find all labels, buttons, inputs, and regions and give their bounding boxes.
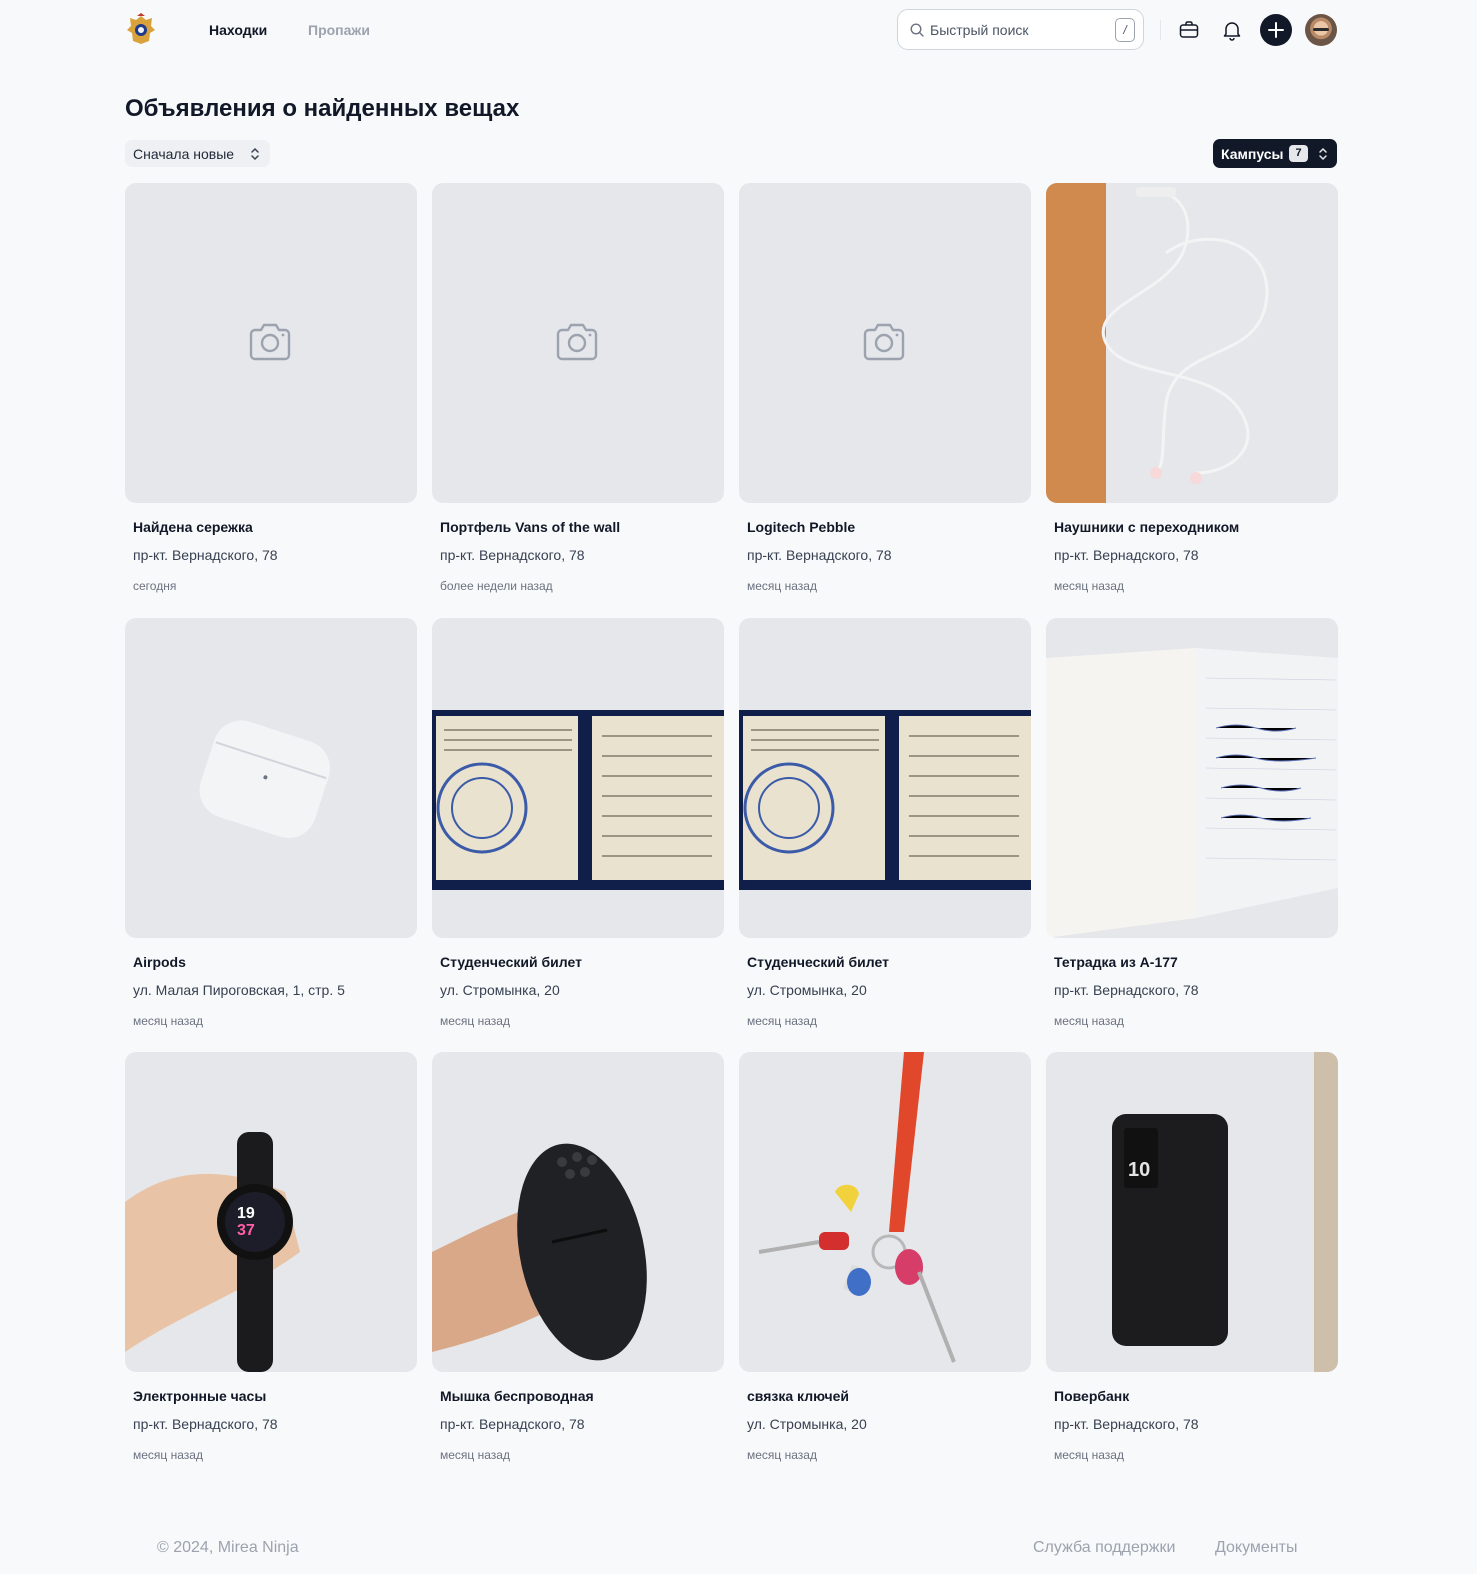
listing-card[interactable]: 19 37 Электронные часы пр-кт. Вернадского, …	[125, 1052, 417, 1472]
listing-photo-mouse[interactable]	[432, 1052, 724, 1372]
listing-title: Logitech Pebble	[747, 519, 856, 535]
listing-card[interactable]: Airpods ул. Малая Пироговская, 1, стр. 5 м…	[125, 618, 417, 1038]
listing-address: пр-кт. Вернадского, 78	[1054, 1416, 1199, 1432]
listing-time: месяц назад	[1054, 579, 1124, 593]
listing-address: пр-кт. Вернадского, 78	[747, 547, 892, 563]
avatar[interactable]	[1305, 14, 1337, 46]
coat-of-arms-icon[interactable]	[125, 13, 157, 47]
search-input[interactable]	[930, 19, 1110, 41]
listing-address: ул. Малая Пироговская, 1, стр. 5	[133, 982, 345, 998]
listing-address: пр-кт. Вернадского, 78	[1054, 547, 1199, 563]
listing-time: сегодня	[133, 579, 177, 593]
camera-icon	[249, 323, 291, 361]
listing-photo-keys[interactable]	[739, 1052, 1031, 1372]
listing-title: Электронные часы	[133, 1388, 267, 1404]
svg-text:10: 10	[1128, 1159, 1150, 1181]
listing-photo-powerbank[interactable]: 10	[1046, 1052, 1338, 1372]
listing-card[interactable]: Портфель Vans of the wall пр-кт. Вернадск…	[432, 183, 724, 603]
top-nav: Находки Пропажи /	[0, 0, 1477, 60]
svg-text:19: 19	[237, 1205, 255, 1222]
listing-address: пр-кт. Вернадского, 78	[1054, 982, 1199, 998]
sort-label: Сначала новые	[133, 145, 235, 162]
footer-link-docs[interactable]: Документы	[1215, 1538, 1297, 1558]
listing-card[interactable]: Найдена сережка пр-кт. Вернадского, 78 сег…	[125, 183, 417, 603]
listing-photo-student-id[interactable]	[739, 618, 1031, 938]
listing-photo-notebook[interactable]	[1046, 618, 1338, 938]
listing-photo-airpods[interactable]	[125, 618, 417, 938]
search-shortcut-hint: /	[1115, 18, 1135, 42]
listing-title: Портфель Vans of the wall	[440, 519, 621, 535]
listing-time: месяц назад	[747, 1014, 817, 1028]
listing-photo-student-id[interactable]	[432, 618, 724, 938]
notifications-button[interactable]	[1216, 14, 1248, 46]
briefcase-icon	[1179, 21, 1199, 38]
listing-card[interactable]: 10 Повербанк пр-кт. Вернадского, 78 месяц н…	[1046, 1052, 1338, 1472]
listing-card[interactable]: Тетрадка из А-177 пр-кт. Вернадского, 78 м…	[1046, 618, 1338, 1038]
listing-time: месяц назад	[133, 1448, 203, 1462]
listing-address: ул. Стромынка, 20	[747, 1416, 867, 1432]
listing-photo-placeholder[interactable]	[432, 183, 724, 503]
listing-title: Наушники с переходником	[1054, 519, 1240, 535]
listing-address: пр-кт. Вернадского, 78	[133, 547, 278, 563]
listing-card[interactable]: Мышка беспроводная пр-кт. Вернадского, 78…	[432, 1052, 724, 1472]
bell-icon	[1223, 22, 1241, 41]
listing-photo-placeholder[interactable]	[739, 183, 1031, 503]
camera-icon	[863, 323, 905, 361]
svg-text:37: 37	[237, 1222, 255, 1239]
listing-card[interactable]: Logitech Pebble пр-кт. Вернадского, 78 мес…	[739, 183, 1031, 603]
search-box[interactable]: /	[897, 9, 1144, 50]
listing-title: Студенческий билет	[440, 954, 582, 970]
listing-address: пр-кт. Вернадского, 78	[133, 1416, 278, 1432]
nav-found[interactable]: Находки	[209, 21, 267, 39]
listing-time: более недели назад	[440, 579, 553, 593]
listing-title: Тетрадка из А-177	[1054, 954, 1178, 970]
listing-address: ул. Стромынка, 20	[747, 982, 867, 998]
listing-time: месяц назад	[440, 1014, 510, 1028]
campus-count-badge: 7	[1289, 145, 1308, 162]
listing-photo-smartwatch[interactable]: 19 37	[125, 1052, 417, 1372]
listing-card[interactable]: Студенческий билет ул. Стромынка, 20 месяц…	[432, 618, 724, 1038]
listing-title: Найдена сережка	[133, 519, 253, 535]
listing-time: месяц назад	[133, 1014, 203, 1028]
listing-card[interactable]: связка ключей ул. Стромынка, 20 месяц наза…	[739, 1052, 1031, 1472]
add-listing-button[interactable]	[1260, 14, 1292, 46]
plus-icon	[1268, 22, 1284, 38]
listing-title: Повербанк	[1054, 1388, 1130, 1404]
listing-address: ул. Стромынка, 20	[440, 982, 560, 998]
listing-address: пр-кт. Вернадского, 78	[440, 547, 585, 563]
search-icon	[909, 22, 925, 38]
listing-time: месяц назад	[1054, 1014, 1124, 1028]
listing-time: месяц назад	[747, 1448, 817, 1462]
campus-label: Кампусы	[1221, 145, 1284, 162]
listing-photo-placeholder[interactable]	[125, 183, 417, 503]
chevron-up-down-icon	[251, 147, 259, 161]
nav-lost[interactable]: Пропажи	[308, 21, 370, 39]
header-divider	[1160, 20, 1161, 40]
listing-card[interactable]: Студенческий билет ул. Стромынка, 20 месяц…	[739, 618, 1031, 1038]
camera-icon	[556, 323, 598, 361]
listing-card[interactable]: Наушники с переходником пр-кт. Вернадског…	[1046, 183, 1338, 603]
listing-time: месяц назад	[747, 579, 817, 593]
footer-link-support[interactable]: Служба поддержки	[1033, 1538, 1175, 1558]
listing-time: месяц назад	[440, 1448, 510, 1462]
briefcase-button[interactable]	[1173, 14, 1205, 46]
listing-time: месяц назад	[1054, 1448, 1124, 1462]
page-title: Объявления о найденных вещах	[125, 95, 520, 122]
sort-select[interactable]: Сначала новые	[125, 140, 270, 167]
footer-copyright: © 2024, Mirea Ninja	[157, 1539, 299, 1556]
listing-address: пр-кт. Вернадского, 78	[440, 1416, 585, 1432]
listing-title: Студенческий билет	[747, 954, 889, 970]
listing-title: связка ключей	[747, 1388, 850, 1404]
chevron-up-down-icon	[1319, 147, 1327, 161]
campus-filter[interactable]: Кампусы 7	[1213, 139, 1337, 168]
listing-title: Airpods	[133, 954, 186, 970]
listing-title: Мышка беспроводная	[440, 1388, 594, 1404]
listing-photo-earphones[interactable]	[1046, 183, 1338, 503]
